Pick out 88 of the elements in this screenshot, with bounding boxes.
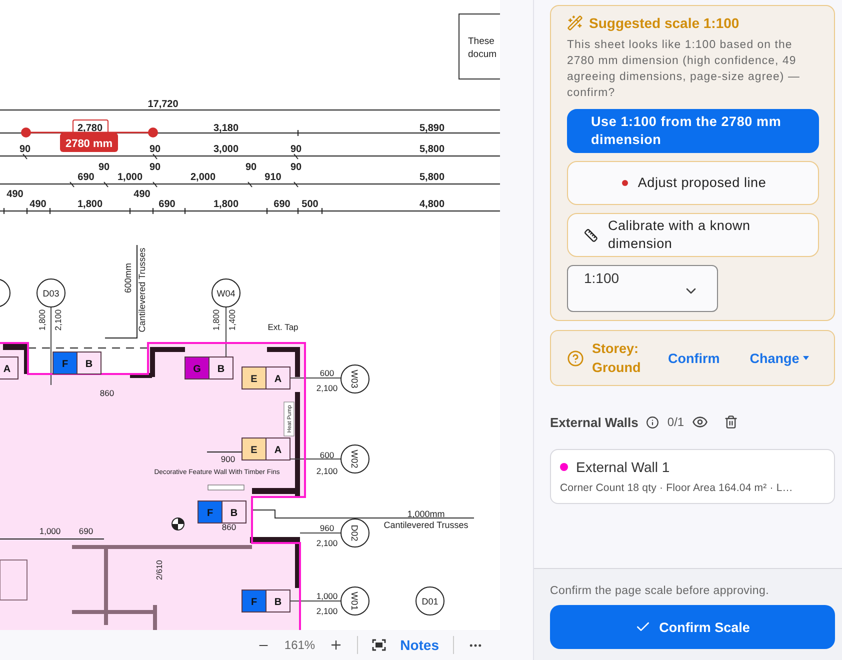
wall-count: 0/1 [667,415,684,429]
confirm-scale-button[interactable]: Confirm Scale [550,605,835,649]
wall-details: Corner Count 18 qty · Floor Area 164.04 m² · L… [560,482,794,494]
dimension-label: 2,100 [316,383,338,393]
plan-note: Cantilevered Trusses [137,248,147,332]
dot-icon [622,180,628,186]
plan-note: 600mm [123,263,133,293]
dimension-label: 1,000 [117,172,143,183]
delete-icon[interactable] [724,415,738,429]
scale-select[interactable]: 1:100 [567,265,718,312]
callout-marker: D02 [340,518,370,548]
dimension-label: 5,800 [419,144,445,155]
dimension-label: 90 [149,162,161,173]
plan-note: 1,000mm [407,509,445,519]
confirm-storey-button[interactable]: Confirm [668,350,720,366]
info-icon [646,416,660,428]
note-text: docum [468,49,497,60]
scale-option-button[interactable]: Calibrate with a known dimension [567,213,819,257]
storey-label: Storey: Ground [592,340,642,377]
callout-marker: W01 [340,586,370,616]
dimension-label: 860 [222,522,236,532]
plan-note: Cantilevered Trusses [384,520,468,530]
schedule-tag: A [0,356,18,380]
plan-note: 2/610 [155,560,164,580]
dimension-label: 4,800 [419,199,445,210]
zoom-in-icon[interactable] [329,638,344,652]
change-storey-button[interactable]: Change [750,350,810,366]
callout-marker: D03 [36,278,66,308]
suggestion-description: This sheet looks like 1:100 based on the 2780 mm dimension (high confidence, 49 agreeing dimensions, page-size agree) — confirm? [567,38,801,101]
dimension-label: 690 [78,526,94,536]
dimension-label: 1,800 [213,199,239,210]
dimension-label: 2,100 [316,606,338,616]
wall-item[interactable]: External Wall 1 Corner Count 18 qty · Floor Area 164.04 m² · L… [550,449,835,504]
dimension-label: 1,400 [227,309,237,331]
dimension-label: 690 [78,172,94,183]
dimension-label: 3,180 [213,123,239,134]
dimension-label: 90 [98,162,110,173]
plan-note: Ext. Tap [268,322,298,332]
dimension-label: 600 [320,450,334,460]
dimension-label: 690 [158,199,176,210]
dimension-label: 90 [149,144,161,155]
dimension-label: 490 [30,199,46,210]
dimension-label: 90 [290,162,302,173]
suggestion-title: Suggested scale 1:100 [589,15,740,31]
dimension-label: 910 [264,172,282,183]
scale-option-button[interactable]: Use 1:100 from the 2780 mm dimension [567,109,819,153]
dimension-label: 1,000 [39,526,61,536]
footer-hint: Confirm the page scale before approving. [550,585,770,597]
dimension-label: 1,800 [211,309,221,331]
dimension-label: 5,800 [419,172,445,183]
dimension-label: 2,100 [53,309,63,331]
dimension-label: 3,000 [213,144,239,155]
magic-wand-icon [567,15,583,31]
dimension-label: 2,000 [190,172,216,183]
visibility-icon[interactable] [692,414,708,430]
callout-marker: W04 [212,278,240,308]
measure-badge: 2780 mm [60,133,118,152]
note-text: These [468,36,494,47]
dimension-label: 960 [320,523,334,533]
dimension-label: 900 [220,454,236,464]
dimension-label: 1,800 [77,199,103,210]
scale-option-button[interactable]: Adjust proposed line [567,161,819,205]
dimension-label: 600 [320,368,334,378]
dimension-label: 5,890 [419,123,445,134]
dimension-label: 490 [6,189,24,200]
ruler-icon [584,228,598,242]
zoom-level: 161% [284,638,316,652]
dimension-label: 90 [245,162,257,173]
caret-icon [803,356,810,360]
section-title: External Walls [550,414,638,430]
callout-marker: W02 [340,444,370,474]
dimension-label: 860 [100,388,114,398]
dimension-label: 490 [134,189,150,200]
callout-marker: D01 [416,586,444,616]
help-icon [567,350,584,366]
dimension-label: 1,000 [316,591,338,601]
dimension-label: 2,100 [316,538,338,548]
dimension-label: 90 [290,144,302,155]
notes-link[interactable]: Notes [400,637,439,653]
dimension-label: 500 [302,199,318,210]
callout-marker: W03 [340,364,370,394]
dimension-label: 17,720 [148,99,178,110]
dimension-label: 2,100 [316,466,338,476]
dimension-label: 1,800 [37,309,47,331]
wall-name: External Wall 1 [576,459,670,475]
dimension-label: 90 [19,144,31,155]
dimension-label: 690 [274,199,290,210]
fit-to-page-icon[interactable] [372,639,386,651]
